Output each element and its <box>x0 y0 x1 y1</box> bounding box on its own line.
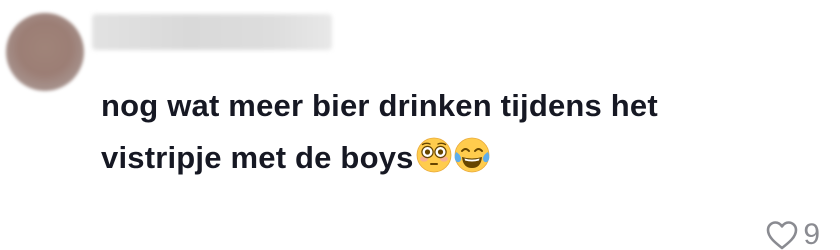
avatar[interactable] <box>6 13 84 91</box>
tears-of-joy-emoji-icon <box>454 137 489 173</box>
like-button[interactable]: 9 <box>765 219 820 250</box>
comment-text: nog wat meer bier drinken tijdens het vi… <box>101 80 741 184</box>
like-count: 9 <box>803 218 820 250</box>
comment-body: nog wat meer bier drinken tijdens het vi… <box>101 88 658 175</box>
username-redacted[interactable] <box>92 14 332 50</box>
heart-outline-icon[interactable] <box>765 219 799 250</box>
flushed-face-emoji-icon <box>416 137 451 173</box>
comment-item: nog wat meer bier drinken tijdens het vi… <box>0 0 840 250</box>
